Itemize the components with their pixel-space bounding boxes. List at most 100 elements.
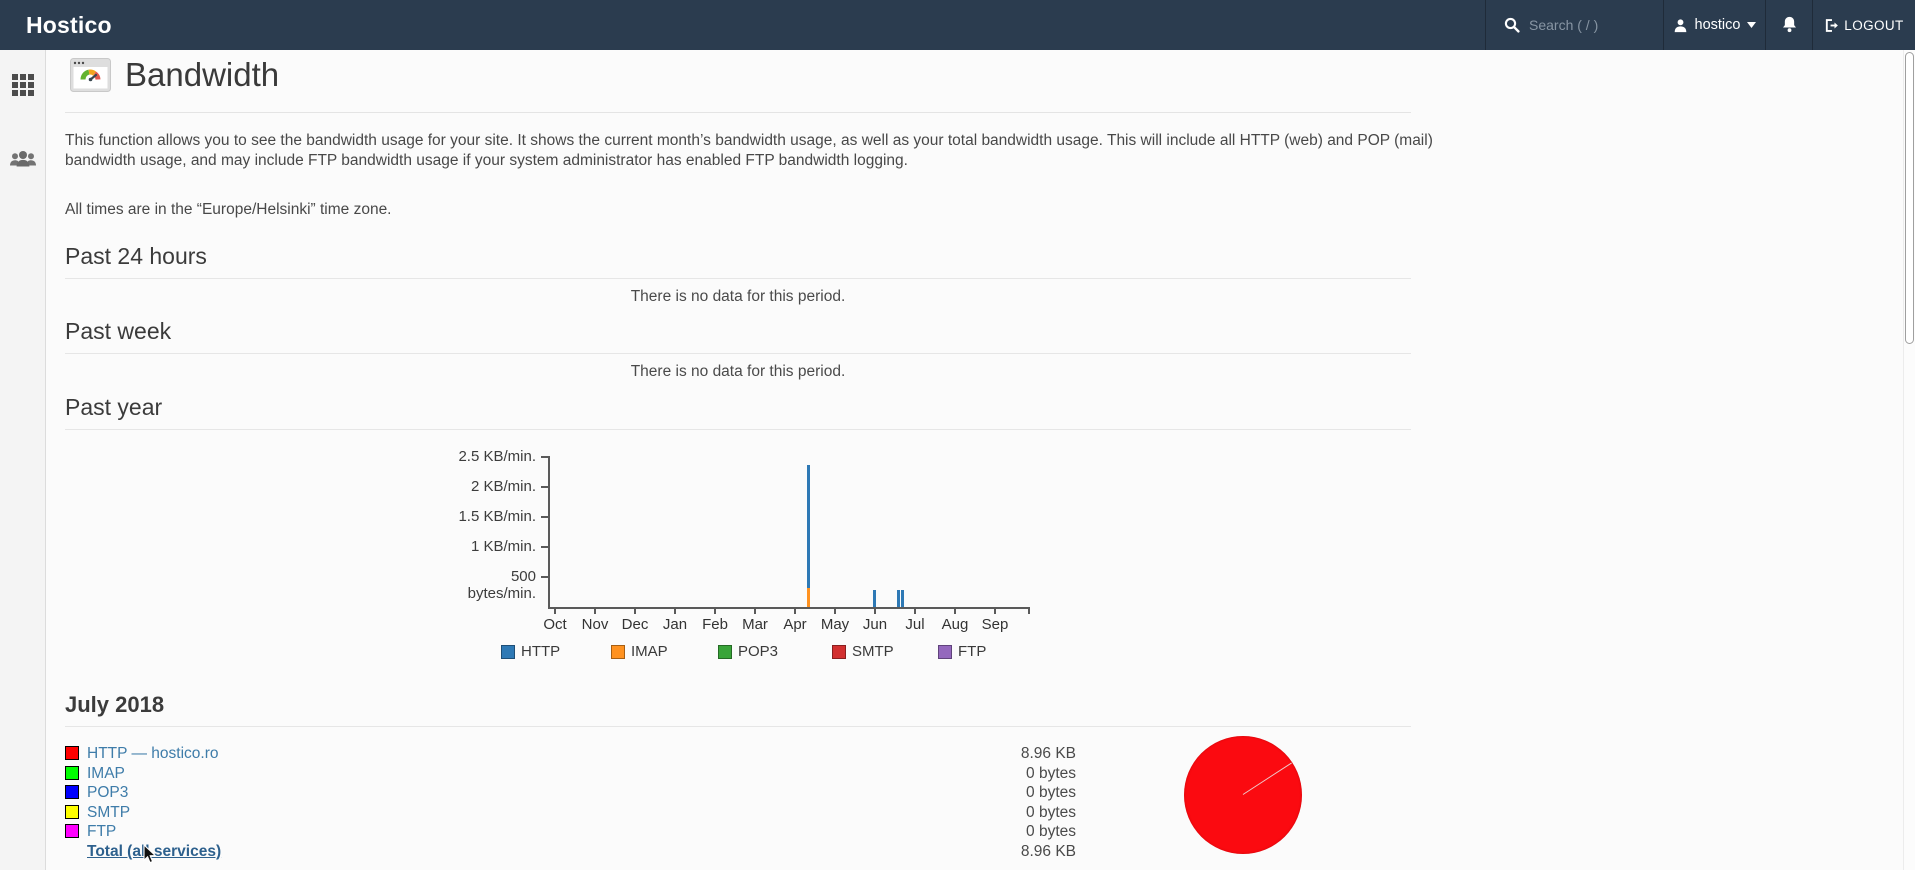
chart-y-tick-label: 2 KB/min.	[470, 478, 536, 495]
sidebar-item-users[interactable]	[0, 138, 46, 178]
chart-x-tick	[794, 609, 796, 614]
chart-y-tick	[541, 516, 548, 518]
service-link[interactable]: IMAP	[87, 765, 125, 783]
chart-x-tick-label: Apr	[783, 616, 807, 633]
table-row: HTTP — hostico.ro 8.96 KB	[65, 745, 1076, 765]
top-navbar: Hostico hostico LOGOUT	[0, 0, 1915, 50]
chart-x-tick	[714, 609, 716, 614]
legend-label: IMAP	[631, 643, 668, 660]
notifications-button[interactable]	[1765, 0, 1812, 50]
chart-x-tick	[674, 609, 676, 614]
chevron-down-icon	[1747, 22, 1757, 28]
chart-x-tick-label: Jan	[662, 616, 688, 633]
chart-x-tick	[874, 609, 876, 614]
service-value: 0 bytes	[1026, 823, 1076, 840]
service-color-swatch	[65, 746, 79, 760]
service-link[interactable]: FTP	[87, 823, 116, 841]
chart-y-tick-label: 500 bytes/min.	[467, 568, 536, 602]
search-area	[1485, 0, 1663, 50]
section-month-detail: July 2018	[65, 692, 1411, 727]
chart-y-tick-label: 2.5 KB/min.	[458, 448, 536, 465]
smtp-legend-swatch	[832, 644, 846, 659]
section-past-24-hours: Past 24 hours	[65, 243, 1411, 279]
chart-bar-http	[900, 590, 904, 607]
chart-x-tick-label: Feb	[702, 616, 728, 633]
mouse-cursor	[143, 843, 158, 870]
legend-label: SMTP	[852, 643, 894, 660]
service-link[interactable]: SMTP	[87, 804, 130, 822]
chart-x-tick	[754, 609, 756, 614]
chart-x-tick-label: Oct	[543, 616, 567, 633]
service-link[interactable]: POP3	[87, 784, 128, 802]
chart-x-tick	[954, 609, 956, 614]
chart-y-tick-label: 1 KB/min.	[470, 538, 536, 555]
service-color-swatch	[65, 765, 79, 780]
chart-legend: HTTP IMAP POP3 SMTP FTP	[440, 643, 1080, 665]
http-legend-swatch	[501, 644, 515, 659]
ftp-legend-swatch	[938, 644, 952, 659]
chart-x-tick	[594, 609, 596, 614]
chart-x-tick-label: Sep	[981, 616, 1009, 633]
pie-slice-divider	[1242, 762, 1292, 795]
search-input[interactable]	[1529, 17, 1647, 33]
user-menu[interactable]: hostico	[1663, 0, 1765, 50]
chart-y-axis	[548, 456, 550, 609]
table-row: SMTP 0 bytes	[65, 804, 1076, 824]
service-value: 0 bytes	[1026, 764, 1076, 782]
no-data-message-week: There is no data for this period.	[630, 363, 846, 380]
pop3-legend-swatch	[718, 644, 732, 659]
chart-axis-end-tick	[1028, 607, 1030, 614]
bandwidth-gauge-icon	[70, 58, 111, 92]
past-year-chart: 2.5 KB/min. 2 KB/min. 1.5 KB/min. 1 KB/min.…	[440, 448, 1060, 638]
service-color-swatch	[65, 824, 79, 838]
brand-logo: Hostico	[26, 11, 112, 38]
user-label: hostico	[1694, 17, 1741, 33]
logout-button[interactable]: LOGOUT	[1812, 0, 1915, 50]
table-row: FTP 0 bytes	[65, 823, 1076, 843]
chart-x-axis	[548, 607, 1030, 609]
chart-x-tick-label: Jul	[905, 616, 925, 633]
service-link[interactable]: HTTP — hostico.ro	[87, 745, 219, 763]
service-value: 8.96 KB	[1020, 842, 1076, 860]
vertical-scrollbar[interactable]	[1903, 50, 1915, 870]
table-row: Total (all services) 8.96 KB	[65, 843, 1076, 863]
legend-item-ftp: FTP	[938, 643, 986, 660]
chart-y-tick	[541, 546, 548, 548]
page-description: This function allows you to see the band…	[65, 132, 1433, 169]
legend-item-http: HTTP	[501, 643, 560, 660]
chart-x-tick	[634, 609, 636, 614]
chart-y-tick	[541, 576, 548, 578]
bell-icon	[1781, 16, 1798, 34]
legend-label: POP3	[738, 643, 779, 660]
legend-item-smtp: SMTP	[832, 643, 894, 660]
logout-label: LOGOUT	[1844, 17, 1904, 33]
scrollbar-thumb[interactable]	[1905, 52, 1914, 344]
chart-x-tick-label: Jun	[862, 616, 888, 633]
title-divider	[65, 112, 1411, 113]
page-title: Bandwidth	[125, 56, 280, 93]
imap-legend-swatch	[611, 644, 625, 659]
page-header: Bandwidth	[70, 56, 279, 94]
legend-item-pop3: POP3	[718, 643, 778, 660]
chart-bar-http	[896, 590, 900, 607]
apps-grid-icon	[12, 74, 34, 102]
chart-x-tick-label: Mar	[742, 616, 768, 633]
service-value: 0 bytes	[1026, 784, 1076, 801]
chart-x-tick	[554, 609, 556, 614]
chart-y-tick-label: 1.5 KB/min.	[458, 508, 536, 525]
legend-label: FTP	[958, 643, 987, 660]
table-row: IMAP 0 bytes	[65, 765, 1076, 785]
no-data-message-24h: There is no data for this period.	[630, 288, 846, 305]
chart-x-tick-label: Nov	[581, 616, 609, 633]
chart-bar-imap	[807, 588, 811, 607]
chart-x-tick-label: Dec	[621, 616, 649, 633]
chart-x-tick	[994, 609, 996, 614]
legend-label: HTTP	[521, 643, 561, 660]
bandwidth-page: Hostico hostico LOGOUT	[0, 0, 1915, 870]
sidebar-item-apps[interactable]	[0, 62, 46, 102]
chart-bar-http	[807, 465, 811, 588]
service-value: 8.96 KB	[1020, 745, 1076, 762]
users-group-icon	[9, 150, 37, 178]
service-color-swatch	[65, 785, 79, 799]
chart-x-tick	[914, 609, 916, 614]
